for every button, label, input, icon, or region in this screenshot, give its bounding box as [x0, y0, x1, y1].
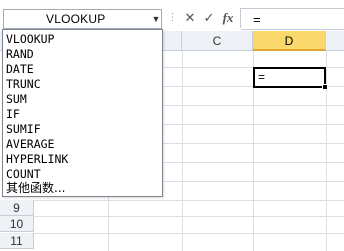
gridline: [34, 200, 344, 201]
name-box-value: VLOOKUP: [46, 12, 106, 26]
formula-input[interactable]: =: [241, 8, 344, 30]
row-header-10[interactable]: 10: [0, 216, 34, 232]
function-item-sumif[interactable]: SUMIF: [6, 122, 41, 137]
row-header-9[interactable]: 9: [0, 200, 34, 216]
function-item-average[interactable]: AVERAGE: [6, 137, 54, 152]
function-dropdown: VLOOKUP RAND DATE TRUNC SUM IF SUMIF AVE…: [2, 29, 163, 197]
active-cell-value: =: [258, 70, 266, 84]
insert-function-icon[interactable]: fx: [219, 10, 237, 26]
name-box[interactable]: VLOOKUP ▼: [3, 9, 162, 29]
gridline: [182, 51, 183, 251]
function-item-trunc[interactable]: TRUNC: [6, 77, 41, 92]
gridline: [326, 51, 327, 251]
function-item-hyperlink[interactable]: HYPERLINK: [6, 152, 68, 167]
active-cell[interactable]: =: [253, 67, 326, 88]
column-header-e[interactable]: [326, 31, 344, 51]
function-item-if[interactable]: IF: [6, 107, 20, 122]
chevron-down-icon[interactable]: ▼: [150, 13, 162, 25]
formula-text: =: [253, 12, 261, 27]
enter-icon[interactable]: ✓: [200, 10, 218, 26]
cancel-icon[interactable]: ✕: [181, 10, 199, 26]
function-item-count[interactable]: COUNT: [6, 167, 41, 182]
row-header-11[interactable]: 11: [0, 233, 34, 249]
gridline: [34, 216, 344, 217]
function-item-date[interactable]: DATE: [6, 62, 34, 77]
column-header-d[interactable]: D: [253, 31, 326, 51]
function-item-more[interactable]: 其他函数...: [6, 181, 65, 196]
function-item-sum[interactable]: SUM: [6, 92, 27, 107]
fill-handle[interactable]: [322, 84, 328, 90]
splitter-grip-icon[interactable]: ⋮: [165, 10, 180, 26]
column-header-c[interactable]: C: [182, 31, 253, 51]
function-item-vlookup[interactable]: VLOOKUP: [6, 32, 54, 47]
function-item-rand[interactable]: RAND: [6, 47, 34, 62]
gridline: [34, 233, 344, 234]
